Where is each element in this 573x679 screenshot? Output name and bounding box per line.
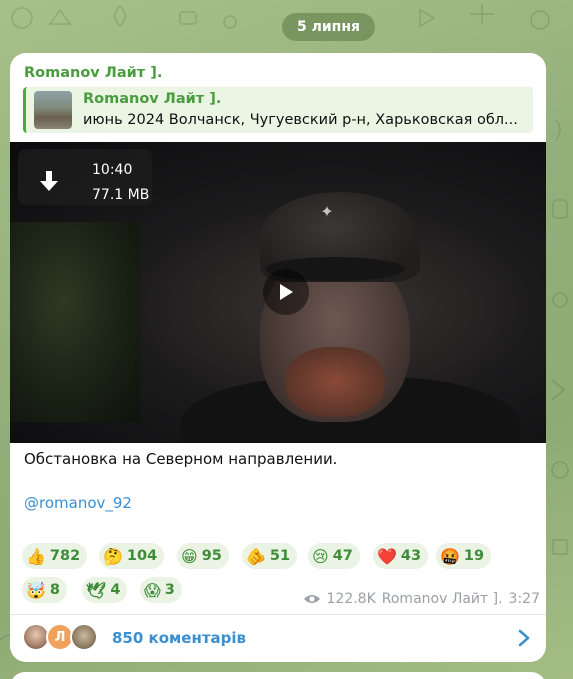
view-count: 122.8K	[326, 591, 376, 607]
message-bubble: Romanov Лайт ]. Romanov Лайт ]. июнь 202…	[10, 53, 546, 662]
next-message-bubble	[10, 672, 546, 679]
post-time: 3:27	[508, 591, 540, 607]
reaction-pointing[interactable]: 🫵 51	[242, 543, 298, 569]
cap-logo: ✦	[320, 202, 334, 221]
comments-bar[interactable]: Л 850 коментарів	[10, 615, 546, 662]
eye-icon	[303, 595, 320, 603]
post-caption: Обстановка на Северном направлении.	[24, 450, 338, 468]
reply-text: июнь 2024 Волчанск, Чугуевский р-н, Харь…	[83, 112, 518, 128]
video-size: 77.1 MB	[92, 187, 150, 203]
reaction-thinking[interactable]: 🤔 104	[99, 543, 165, 569]
chevron-right-icon[interactable]	[518, 629, 530, 647]
reply-preview[interactable]: Romanov Лайт ]. июнь 2024 Волчанск, Чугу…	[23, 87, 533, 133]
play-button[interactable]	[263, 269, 309, 315]
video-background-trees	[10, 222, 140, 422]
reaction-scream[interactable]: 😱 3	[140, 577, 182, 603]
video-player[interactable]: ✦ 10:40 77.1 MB	[10, 142, 546, 443]
video-person-beard	[285, 347, 385, 417]
date-pill: 5 липня	[282, 13, 375, 41]
download-arrow-icon[interactable]	[38, 169, 60, 195]
message-meta: 122.8K Romanov Лайт ]. 3:27	[288, 589, 540, 609]
reply-author: Romanov Лайт ].	[83, 91, 222, 107]
commenter-avatar	[70, 623, 98, 651]
comments-count-label[interactable]: 850 коментарів	[112, 629, 246, 647]
post-author[interactable]: Romanov Лайт ].	[24, 65, 162, 81]
reaction-grin[interactable]: 😁 95	[177, 543, 229, 569]
reaction-crying[interactable]: 😢 47	[308, 543, 360, 569]
reaction-thumbs-up[interactable]: 👍 782	[22, 543, 88, 569]
post-signature: Romanov Лайт ].	[381, 591, 503, 607]
download-badge[interactable]: 10:40 77.1 MB	[18, 149, 152, 205]
reaction-mind-blown[interactable]: 🤯 8	[22, 577, 68, 603]
reaction-dove[interactable]: 🕊 4	[82, 577, 128, 603]
reaction-angry[interactable]: 🤬 19	[436, 543, 492, 569]
video-duration: 10:40	[92, 162, 133, 178]
play-icon	[280, 284, 293, 300]
reply-thumbnail	[34, 91, 72, 129]
channel-link[interactable]: @romanov_92	[24, 494, 132, 512]
reaction-heart[interactable]: ❤️ 43	[373, 543, 429, 569]
